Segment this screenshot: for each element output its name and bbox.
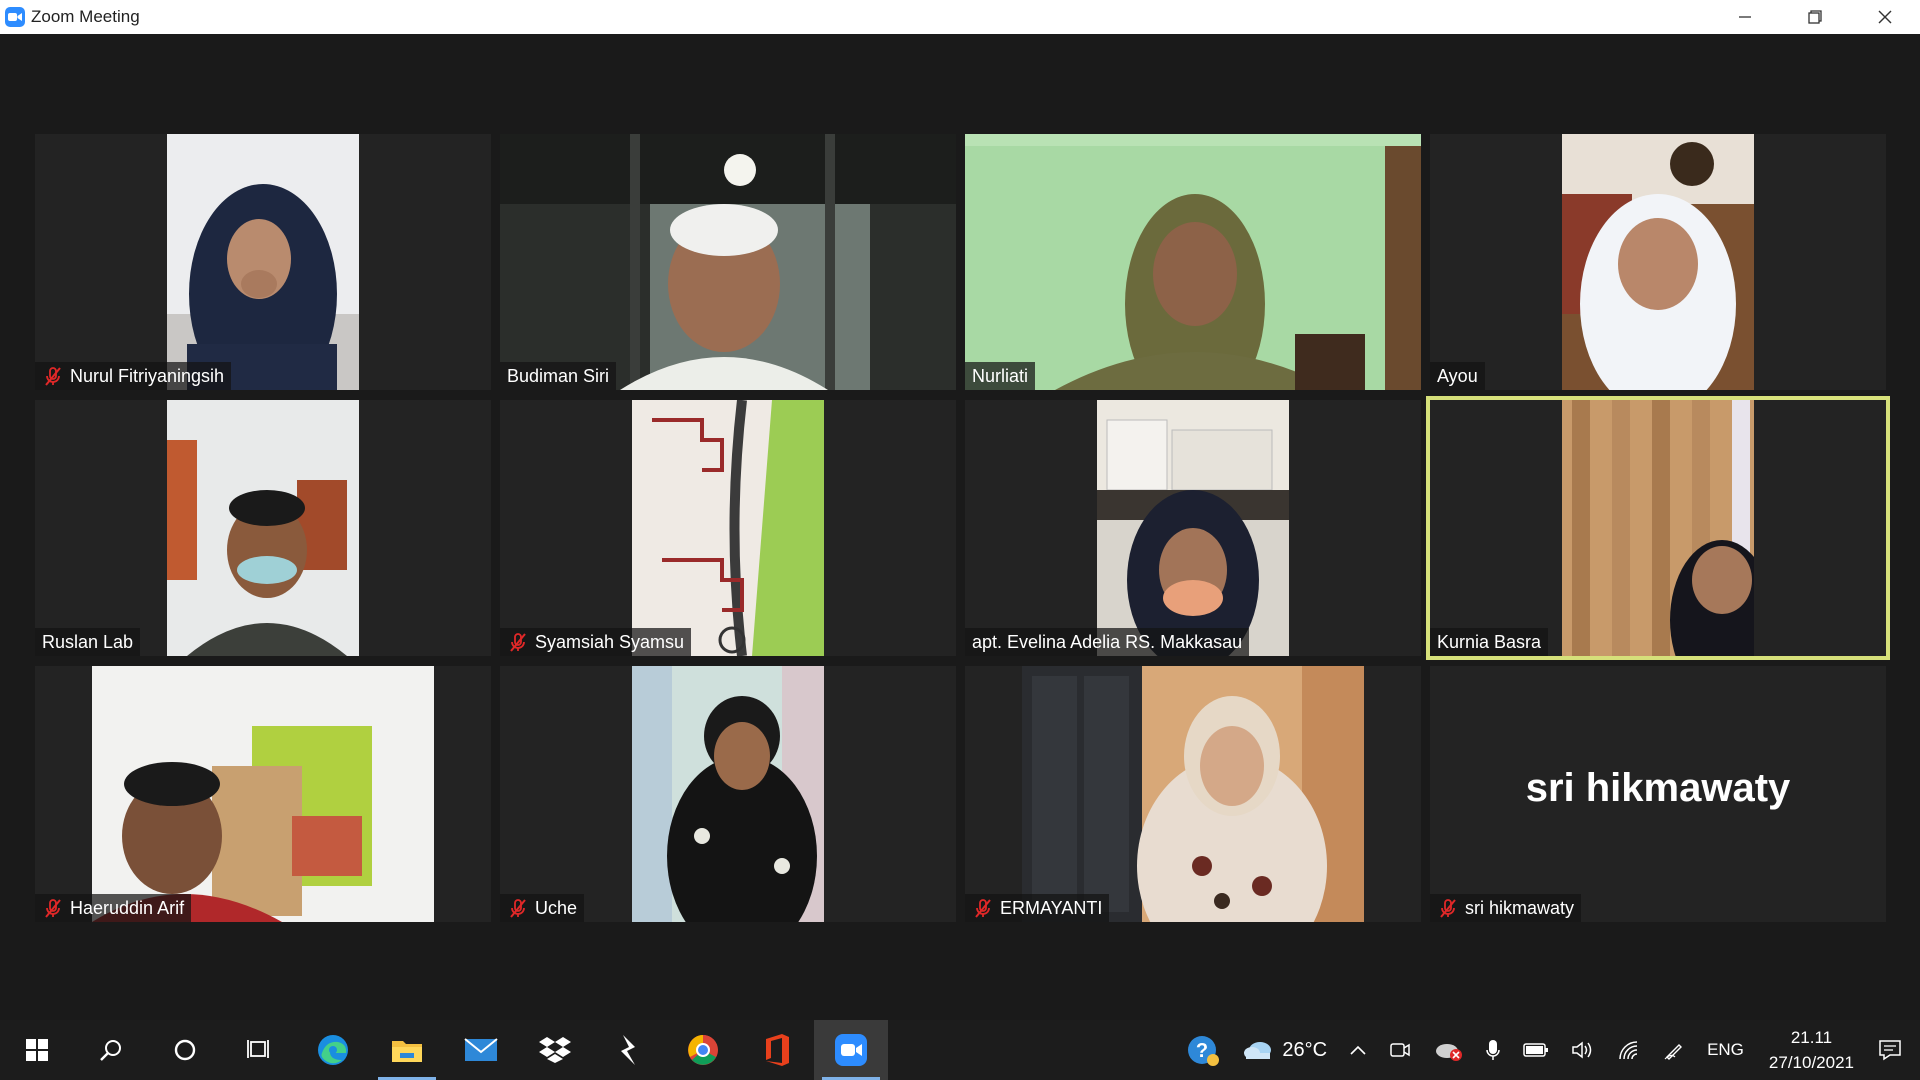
dropbox-icon[interactable] [518,1020,592,1080]
participant-name: Budiman Siri [507,365,610,386]
zoom-app-icon [5,7,25,27]
participant-name-tag: Ayou [1430,362,1485,390]
participant-name-tag: Uche [500,894,585,922]
participant-tile[interactable]: ERMAYANTI [965,666,1421,922]
participant-tile-video-off[interactable]: sri hikmawaty sri hikmawaty [1430,666,1886,922]
participant-name-tag: sri hikmawaty [1430,894,1582,922]
participant-video [632,666,824,922]
system-tray: ? 26°C ENG 21.11 27/10/2021 [1175,1020,1920,1080]
help-icon[interactable]: ? [1175,1020,1231,1080]
participant-video [167,400,359,656]
task-view-button[interactable] [222,1020,296,1080]
office-icon[interactable] [740,1020,814,1080]
participant-name: Nurliati [972,365,1029,386]
participant-name-tag: Syamsiah Syamsu [500,628,692,656]
participant-name-tag: Budiman Siri [500,362,617,390]
participant-grid: Nurul Fitriyaningsih Budiman Siri Nurlia… [35,134,1890,922]
participant-name: Ayou [1437,365,1478,386]
meet-now-icon[interactable] [1378,1020,1422,1080]
bolt-app-icon[interactable] [592,1020,666,1080]
participant-tile[interactable]: Ruslan Lab [35,400,491,656]
participant-name: Syamsiah Syamsu [535,631,685,652]
edge-icon[interactable] [296,1020,370,1080]
participant-tile[interactable]: Syamsiah Syamsu [500,400,956,656]
participant-tile[interactable]: Budiman Siri [500,134,956,390]
participant-name-tag: Nurul Fitriyaningsih [35,362,232,390]
participant-tile-active-speaker[interactable]: Kurnia Basra [1426,396,1890,660]
file-explorer-icon[interactable] [370,1020,444,1080]
participant-video [92,666,434,922]
search-button[interactable] [74,1020,148,1080]
participant-name: apt. Evelina Adelia RS. Makkasau [972,631,1243,652]
wifi-icon[interactable] [1606,1020,1652,1080]
zoom-taskbar-icon[interactable] [814,1020,888,1080]
close-button[interactable] [1850,0,1920,34]
muted-mic-icon [507,897,529,919]
participant-video [965,134,1421,390]
participant-name-tag: Ruslan Lab [35,628,141,656]
participant-name-tag: Nurliati [965,362,1036,390]
chevron-up-icon[interactable] [1338,1020,1378,1080]
pen-icon[interactable] [1652,1020,1696,1080]
mail-icon[interactable] [444,1020,518,1080]
participant-name-tag: apt. Evelina Adelia RS. Makkasau [965,628,1250,656]
volume-icon[interactable] [1560,1020,1606,1080]
participant-tile[interactable]: Uche [500,666,956,922]
participant-tile[interactable]: Ayou [1430,134,1886,390]
battery-icon[interactable] [1512,1020,1560,1080]
muted-mic-icon [42,365,64,387]
muted-mic-icon [972,897,994,919]
svg-text:?: ? [1196,1040,1208,1062]
muted-mic-icon [1437,897,1459,919]
participant-name-tag: ERMAYANTI [965,894,1110,922]
start-button[interactable] [0,1020,74,1080]
participant-name-tag: Haeruddin Arif [35,894,192,922]
participant-video [632,400,824,656]
window-title: Zoom Meeting [31,7,140,26]
participant-name: Haeruddin Arif [70,897,185,918]
participant-name: Kurnia Basra [1437,631,1542,652]
onedrive-error-icon[interactable] [1422,1020,1474,1080]
clock-date: 27/10/2021 [1768,1053,1854,1072]
participant-tile[interactable]: apt. Evelina Adelia RS. Makkasau [965,400,1421,656]
participant-tile[interactable]: Haeruddin Arif [35,666,491,922]
notification-icon[interactable] [1868,1020,1920,1080]
weather-temperature: 26°C [1282,1038,1328,1061]
muted-mic-icon [42,897,64,919]
muted-mic-icon [507,631,529,653]
participant-video [1562,134,1754,390]
participant-video [167,134,359,390]
windows-taskbar: ? 26°C ENG 21.11 27/10/2021 [0,1020,1920,1080]
participant-tile[interactable]: Nurul Fitriyaningsih [35,134,491,390]
language-indicator[interactable]: ENG [1696,1020,1755,1080]
participant-video [1097,400,1289,656]
participant-name: Uche [535,897,578,918]
participant-video [1022,666,1364,922]
participant-tile[interactable]: Nurliati [965,134,1421,390]
weather-widget[interactable]: 26°C [1231,1020,1338,1080]
participant-name: ERMAYANTI [1000,897,1103,918]
window-controls [1710,0,1920,34]
clock-time: 21.11 [1790,1028,1833,1047]
participant-name: sri hikmawaty [1465,897,1575,918]
participant-name-tag: Kurnia Basra [1430,628,1549,656]
participant-display-name: sri hikmawaty [1525,766,1791,810]
participant-name: Nurul Fitriyaningsih [70,365,225,386]
microphone-icon[interactable] [1474,1020,1512,1080]
clock[interactable]: 21.11 27/10/2021 [1755,1025,1868,1075]
chrome-icon[interactable] [666,1020,740,1080]
cortana-button[interactable] [148,1020,222,1080]
participant-video [500,134,956,390]
participant-video [1562,400,1754,656]
title-bar: Zoom Meeting [0,0,1920,34]
restore-button[interactable] [1780,0,1850,34]
participant-name: Ruslan Lab [42,631,134,652]
minimize-button[interactable] [1710,0,1780,34]
meeting-gallery-view: Nurul Fitriyaningsih Budiman Siri Nurlia… [0,34,1920,1020]
